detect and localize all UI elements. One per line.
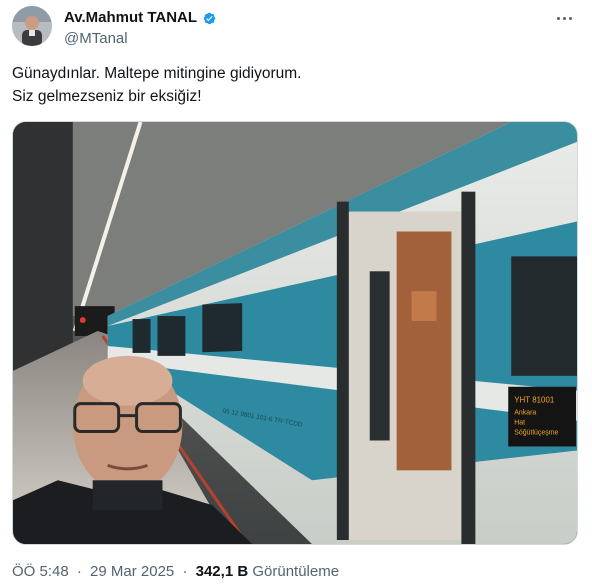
more-horizontal-icon[interactable] [552, 8, 576, 28]
display-name[interactable]: Av.Mahmut TANAL [64, 8, 197, 28]
tweet-text: Günaydınlar. Maltepe mitingine gidiyorum… [12, 62, 572, 108]
tweet-date[interactable]: 29 Mar 2025 [90, 563, 174, 580]
avatar[interactable] [12, 6, 52, 46]
tweet-text-line-1: Günaydınlar. Maltepe mitingine gidiyorum… [12, 65, 302, 82]
train-number-label: YHT 81001 [514, 396, 555, 405]
views-count: 342,1 B [195, 563, 249, 580]
tweet-meta: ÖÖ 5:48 · 29 Mar 2025 · 342,1 B Görüntül… [12, 562, 339, 582]
train-route-line1: Ankara [514, 410, 536, 417]
tweet-photo[interactable]: YHT 81001 Ankara Hat Söğütlüçeşme 05 12 … [12, 121, 578, 545]
tweet-card: Av.Mahmut TANAL @MTanal Günaydınlar. Mal… [0, 0, 592, 586]
views-label: Görüntüleme [252, 563, 340, 580]
author-names: Av.Mahmut TANAL @MTanal [64, 8, 218, 49]
tweet-text-line-2: Siz gelmezseniz bir eksiğiz! [12, 88, 202, 105]
tweet-time[interactable]: ÖÖ 5:48 [12, 563, 69, 580]
author-handle[interactable]: @MTanal [64, 29, 218, 49]
meta-separator-2: · [182, 563, 188, 580]
meta-separator: · [76, 563, 82, 580]
train-station-photo: YHT 81001 Ankara Hat Söğütlüçeşme 05 12 … [13, 122, 577, 544]
name-row: Av.Mahmut TANAL [64, 8, 218, 28]
train-route-line3: Söğütlüçeşme [514, 430, 558, 437]
train-route-line2: Hat [514, 420, 525, 427]
tweet-header: Av.Mahmut TANAL @MTanal [12, 6, 580, 50]
verified-badge-icon [201, 10, 218, 27]
